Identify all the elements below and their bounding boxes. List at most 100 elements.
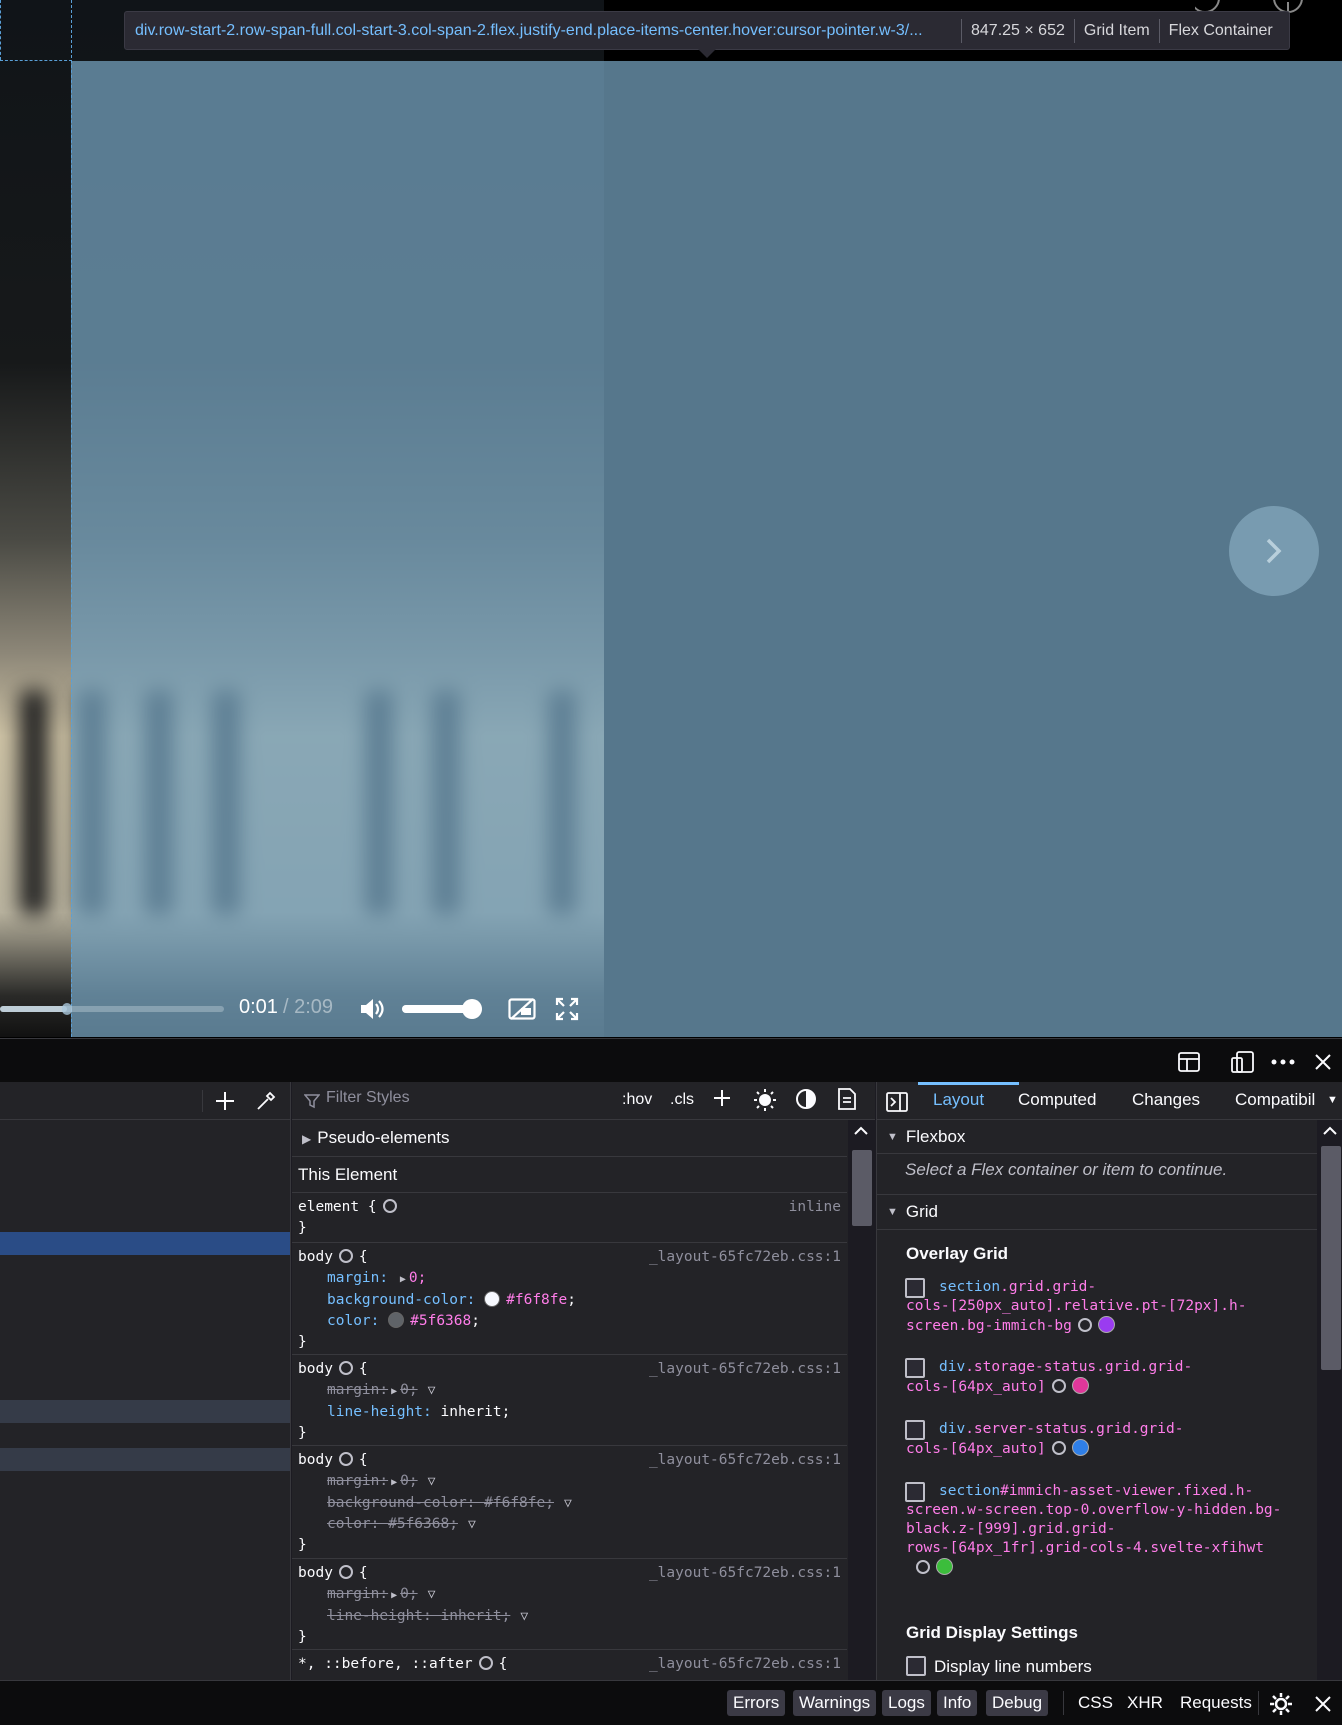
gear-icon[interactable] (338, 1452, 353, 1466)
expand-icon[interactable]: ▶ (400, 1269, 406, 1290)
rule-source[interactable]: _layout-65fc72eb.css:1 (649, 1563, 841, 1584)
rule-source[interactable]: inline (789, 1197, 841, 1218)
css-rule[interactable]: body{ _layout-65fc72eb.css:1 margin: ▶ 0; ▽… (292, 1559, 847, 1650)
eyedropper-icon[interactable] (255, 1090, 277, 1117)
grid-section-header[interactable]: ▼ Grid (877, 1194, 1317, 1230)
filter-debug-button[interactable]: Debug (986, 1690, 1049, 1716)
markup-node[interactable] (0, 1400, 290, 1423)
volume-icon[interactable] (357, 994, 387, 1024)
grid-overlay-checkbox[interactable] (905, 1278, 925, 1298)
filter-icon[interactable]: ▽ (428, 1380, 436, 1401)
gear-icon[interactable] (338, 1565, 353, 1579)
css-declaration-overridden[interactable]: margin: ▶ 0; ▽ (298, 1471, 841, 1493)
css-declaration-overridden[interactable]: color: #5f6368; ▽ (298, 1514, 841, 1535)
markup-node[interactable] (0, 1448, 290, 1471)
grid-item[interactable]: div.server-status.grid.grid- cols-[64px_… (905, 1420, 1316, 1459)
grid-item[interactable]: div.storage-status.grid.grid- cols-[64px… (905, 1358, 1316, 1397)
filter-requests-button[interactable]: Requests (1180, 1693, 1252, 1713)
filter-icon[interactable]: ▽ (428, 1584, 436, 1605)
gear-icon[interactable] (1051, 1441, 1066, 1455)
grid-item[interactable]: section.grid.grid- cols-[250px_auto].rel… (905, 1278, 1316, 1336)
chevron-up-icon[interactable] (1323, 1126, 1337, 1136)
volume-slider[interactable] (402, 999, 483, 1019)
css-declaration-overridden[interactable]: margin: ▶ 0; ▽ (298, 1584, 841, 1606)
css-declaration-overridden[interactable]: line-height: inherit; ▽ (298, 1606, 841, 1627)
close-icon[interactable] (1311, 1050, 1335, 1074)
filter-styles-input[interactable] (326, 1089, 576, 1107)
prop-value[interactable]: #f6f8fe (506, 1292, 567, 1308)
css-declaration[interactable]: margin: ▶ 0; (298, 1268, 841, 1290)
gear-icon[interactable] (382, 1199, 397, 1213)
grid-item[interactable]: section#immich-asset-viewer.fixed.h- scr… (905, 1482, 1316, 1578)
tab-layout[interactable]: Layout (933, 1090, 984, 1110)
add-node-icon[interactable] (214, 1090, 236, 1117)
more-options-icon[interactable] (1271, 1050, 1295, 1074)
gear-icon[interactable] (338, 1249, 353, 1263)
grid-overlay-checkbox[interactable] (905, 1420, 925, 1440)
gear-icon[interactable] (1077, 1318, 1092, 1332)
prop-value[interactable]: #5f6368 (410, 1313, 471, 1329)
volume-thumb[interactable] (462, 999, 483, 1019)
gear-icon[interactable] (338, 1361, 353, 1375)
rule-source[interactable]: _layout-65fc72eb.css:1 (649, 1654, 841, 1675)
grid-color-swatch[interactable] (1071, 1439, 1089, 1456)
hov-toggle[interactable]: :hov (622, 1091, 652, 1109)
print-media-icon[interactable] (837, 1088, 857, 1115)
prop-value[interactable]: 0; (409, 1270, 426, 1286)
filter-xhr-button[interactable]: XHR (1127, 1693, 1163, 1713)
filter-icon[interactable]: ▽ (520, 1606, 528, 1627)
grid-overlay-checkbox[interactable] (905, 1358, 925, 1378)
next-asset-button[interactable] (1229, 506, 1319, 596)
css-declaration[interactable]: color: #5f6368; (298, 1311, 841, 1332)
tab-changes[interactable]: Changes (1132, 1090, 1200, 1110)
dock-side-icon[interactable] (1177, 1050, 1201, 1074)
filter-icon[interactable]: ▽ (564, 1493, 572, 1514)
css-rule[interactable]: body{ _layout-65fc72eb.css:1 margin: ▶ 0; ▽… (292, 1446, 847, 1559)
responsive-design-icon[interactable] (1231, 1050, 1255, 1074)
gear-icon[interactable] (916, 1560, 930, 1574)
prop-value[interactable]: inherit; (441, 1404, 511, 1420)
cls-toggle[interactable]: .cls (670, 1091, 694, 1109)
toggle-sidebar-icon[interactable] (886, 1092, 908, 1112)
filter-css-button[interactable]: CSS (1078, 1693, 1113, 1713)
grid-color-swatch[interactable] (936, 1558, 953, 1575)
filter-icon[interactable]: ▽ (428, 1471, 436, 1492)
selected-markup-node[interactable] (0, 1232, 290, 1255)
picture-in-picture-icon[interactable] (507, 994, 537, 1024)
filter-errors-button[interactable]: Errors (727, 1690, 786, 1716)
color-swatch[interactable] (484, 1291, 501, 1307)
css-rule[interactable]: body{ _layout-65fc72eb.css:1 margin: ▶ 0;… (292, 1243, 847, 1355)
tab-compatibility[interactable]: Compatibil (1235, 1090, 1315, 1110)
close-console-icon[interactable] (1314, 1695, 1332, 1713)
grid-overlay-checkbox[interactable] (905, 1482, 925, 1502)
tab-computed[interactable]: Computed (1018, 1090, 1096, 1110)
rule-source[interactable]: _layout-65fc72eb.css:1 (649, 1359, 841, 1380)
video-progress-bar[interactable] (0, 1003, 224, 1015)
console-settings-gear-icon[interactable] (1269, 1692, 1293, 1716)
sidebar-scrollbar[interactable] (1317, 1120, 1342, 1718)
flexbox-section-header[interactable]: ▼ Flexbox (877, 1120, 1317, 1154)
tabs-overflow-icon[interactable]: ▼ (1327, 1094, 1338, 1106)
scrollbar-thumb[interactable] (1321, 1146, 1341, 1370)
filter-icon[interactable]: ▽ (468, 1514, 476, 1535)
css-declaration[interactable]: background-color: #f6f8fe; (298, 1290, 841, 1311)
color-swatch[interactable] (388, 1312, 405, 1328)
rule-source[interactable]: _layout-65fc72eb.css:1 (649, 1450, 841, 1471)
chevron-up-icon[interactable] (854, 1126, 868, 1136)
display-line-numbers-option[interactable]: Display line numbers (906, 1656, 1092, 1677)
css-declaration[interactable]: line-height: inherit; (298, 1402, 841, 1423)
gear-icon[interactable] (478, 1656, 493, 1670)
css-rule-element[interactable]: element { inline } (292, 1193, 847, 1243)
grid-color-swatch[interactable] (1097, 1316, 1115, 1333)
gear-icon[interactable] (1051, 1379, 1066, 1393)
css-declaration-overridden[interactable]: margin: ▶ 0; ▽ (298, 1380, 841, 1402)
display-line-numbers-checkbox[interactable] (906, 1656, 926, 1676)
dark-mode-icon[interactable] (795, 1088, 817, 1115)
css-rule[interactable]: body{ _layout-65fc72eb.css:1 margin: ▶ 0; ▽… (292, 1355, 847, 1446)
css-declaration-overridden[interactable]: background-color: #f6f8fe; ▽ (298, 1493, 841, 1514)
rule-source[interactable]: _layout-65fc72eb.css:1 (649, 1247, 841, 1268)
filter-warnings-button[interactable]: Warnings (793, 1690, 877, 1716)
add-rule-icon[interactable] (712, 1088, 732, 1113)
video-progress-thumb[interactable] (62, 1003, 73, 1015)
fullscreen-icon[interactable] (552, 994, 582, 1024)
